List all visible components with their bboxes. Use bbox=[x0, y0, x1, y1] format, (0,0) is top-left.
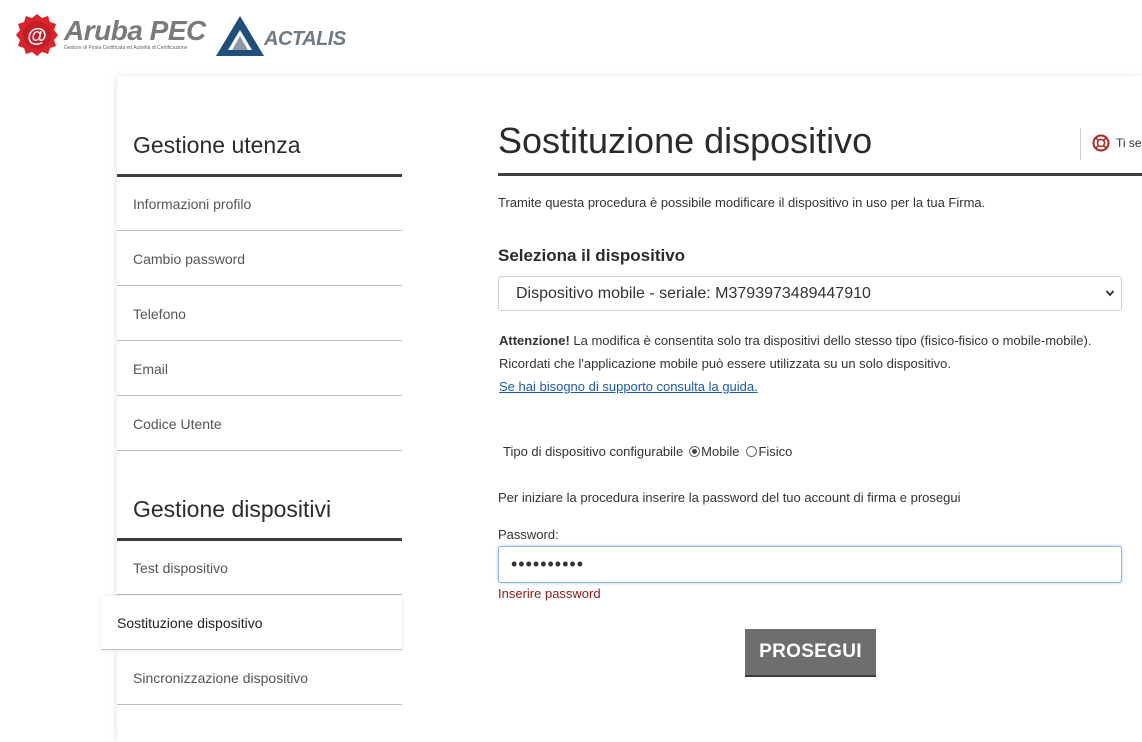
prosegui-button[interactable]: PROSEGUI bbox=[745, 629, 876, 677]
radio-mobile-label: Mobile bbox=[701, 444, 740, 459]
aruba-tagline: Gestore di Posta Certificata ed Autorità… bbox=[64, 45, 188, 51]
help-link[interactable]: Ti se bbox=[1092, 134, 1142, 152]
password-input[interactable]: •••••••••• bbox=[498, 546, 1122, 583]
aruba-wordmark: Aruba PEC bbox=[64, 15, 206, 46]
radio-fisico-label: Fisico bbox=[758, 444, 793, 459]
device-type-label: Tipo di dispositivo configurabile bbox=[503, 444, 684, 459]
radio-option-fisico[interactable]: Fisico bbox=[746, 444, 792, 459]
svg-text:@: @ bbox=[27, 25, 47, 47]
chevron-down-icon bbox=[1105, 290, 1115, 297]
password-label: Password: bbox=[498, 527, 559, 542]
actalis-triangle-icon bbox=[216, 16, 264, 56]
select-device-label: Seleziona il dispositivo bbox=[498, 246, 686, 265]
actalis-wordmark: ACTALIS bbox=[264, 28, 346, 50]
lifebuoy-icon bbox=[1092, 134, 1110, 152]
main-card: Gestione utenza Informazioni profilo Cam… bbox=[101, 76, 1142, 742]
help-text: Ti se bbox=[1116, 136, 1142, 150]
password-value: •••••••••• bbox=[511, 554, 585, 574]
device-select-value: Dispositivo mobile - seriale: M379397348… bbox=[516, 284, 871, 302]
warning-text: La modifica è consentita solo tra dispos… bbox=[569, 333, 1092, 348]
guide-link[interactable]: Se hai bisogno di supporto consulta la g… bbox=[499, 379, 758, 394]
password-error: Inserire password bbox=[498, 586, 601, 601]
page-title: Sostituzione dispositivo bbox=[498, 120, 873, 161]
aruba-seal-icon: @ bbox=[16, 14, 58, 56]
sidebar-item-cambio-password[interactable]: Cambio password bbox=[117, 232, 402, 286]
device-type-row: Tipo di dispositivo configurabile Mobile… bbox=[503, 444, 799, 459]
radio-fisico[interactable] bbox=[746, 446, 758, 457]
password-instructions: Per iniziare la procedura inserire la pa… bbox=[498, 490, 961, 505]
sidebar-item-test-dispositivo[interactable]: Test dispositivo bbox=[117, 541, 402, 595]
sidebar-heading-gestione-utenza: Gestione utenza bbox=[133, 132, 301, 158]
sidebar-item-codice-utente[interactable]: Codice Utente bbox=[117, 397, 402, 451]
sidebar-item-sostituzione-dispositivo[interactable]: Sostituzione dispositivo bbox=[101, 596, 402, 650]
title-rule bbox=[498, 173, 1142, 176]
title-divider bbox=[1080, 128, 1081, 160]
guide-line: Se hai bisogno di supporto consulta la g… bbox=[499, 375, 1139, 398]
warning-line-1: Attenzione! La modifica è consentita sol… bbox=[499, 329, 1139, 352]
aruba-pec-logo[interactable]: @ Aruba PEC Gestore di Posta Certificata… bbox=[14, 12, 206, 58]
radio-mobile[interactable] bbox=[689, 446, 701, 457]
warning-line-2: Ricordati che l'applicazione mobile può … bbox=[499, 356, 951, 371]
device-select[interactable]: Dispositivo mobile - seriale: M379397348… bbox=[498, 276, 1122, 311]
actalis-logo[interactable]: ACTALIS bbox=[216, 14, 356, 58]
warning-strong: Attenzione! bbox=[499, 333, 570, 348]
warning-block: Attenzione! La modifica è consentita sol… bbox=[499, 329, 1139, 398]
sidebar-item-informazioni-profilo[interactable]: Informazioni profilo bbox=[117, 177, 402, 231]
sidebar-heading-gestione-dispositivi: Gestione dispositivi bbox=[133, 496, 332, 522]
page-header: @ Aruba PEC Gestore di Posta Certificata… bbox=[0, 0, 1142, 76]
sidebar-item-email[interactable]: Email bbox=[117, 342, 402, 396]
sidebar-item-telefono[interactable]: Telefono bbox=[117, 287, 402, 341]
intro-text: Tramite questa procedura è possibile mod… bbox=[498, 195, 986, 210]
radio-option-mobile[interactable]: Mobile bbox=[689, 444, 739, 459]
sidebar-item-sincronizzazione-dispositivo[interactable]: Sincronizzazione dispositivo bbox=[117, 651, 402, 705]
